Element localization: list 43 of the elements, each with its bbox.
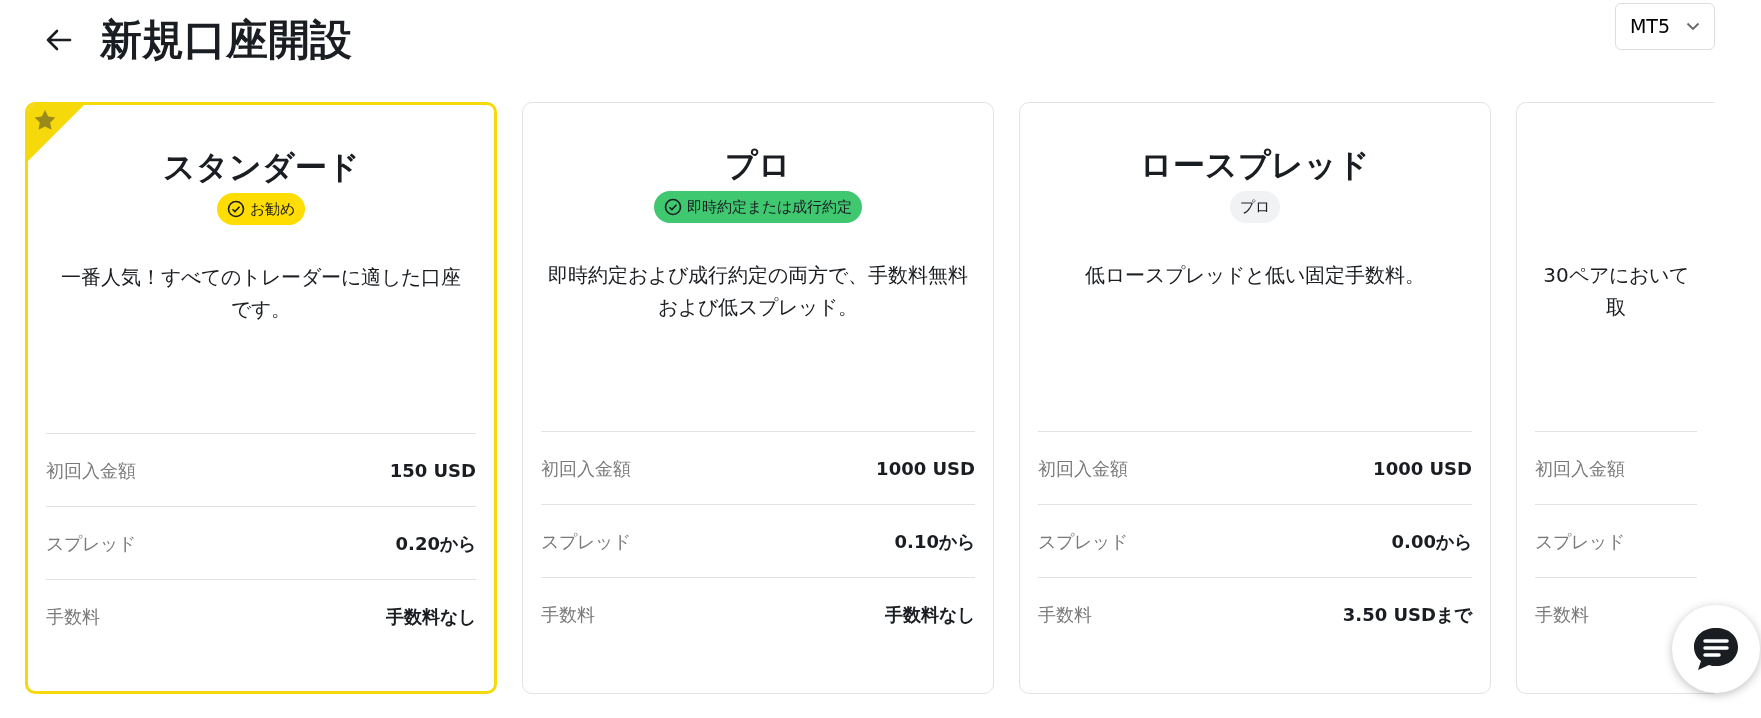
page-title: 新規口座開設 xyxy=(100,19,352,61)
account-tag: お勧め xyxy=(217,193,305,225)
account-title: スタンダード xyxy=(161,147,361,188)
chat-button[interactable] xyxy=(1672,605,1760,693)
account-card[interactable]: プロ 即時約定または成行約定 即時約定および成行約定の両方で、手数料無料および低スプレッド。 初回入金額 1000 USD スプレッド 0.10から 手数料 手数料なし xyxy=(522,102,994,694)
row-value: 0.20から xyxy=(395,531,476,556)
row-label: スプレッド xyxy=(541,529,631,554)
row-label: 手数料 xyxy=(46,604,100,629)
account-title: ロースプレッド xyxy=(1139,145,1371,186)
account-title: プロ xyxy=(724,145,792,186)
account-card[interactable]: スタンダード お勧め 一番人気！すべてのトレーダーに適した口座です。 初回入金額 150 USD スプレッド 0.20から 手数料 手数料なし xyxy=(25,102,497,694)
row-value: 0.00から xyxy=(1391,529,1472,554)
account-tag: プロ xyxy=(1230,191,1280,223)
row-label: スプレッド xyxy=(1535,529,1625,554)
check-circle-icon xyxy=(227,200,245,218)
account-description: 30ペアにおいて取 xyxy=(1542,262,1690,321)
row-label: スプレッド xyxy=(46,531,136,556)
account-tag: 即時約定または成行約定 xyxy=(654,191,862,223)
star-ribbon-icon xyxy=(28,105,84,161)
platform-dropdown[interactable]: MT5 xyxy=(1614,3,1715,50)
row-label: 手数料 xyxy=(1038,602,1092,627)
row-label: 手数料 xyxy=(541,602,595,627)
account-description: 一番人気！すべてのトレーダーに適した口座です。 xyxy=(60,264,462,323)
account-card[interactable]: 30ペアにおいて取 初回入金額 スプレッド 手数料 xyxy=(1516,102,1715,694)
row-value: 3.50 USDまで xyxy=(1342,602,1472,627)
row-value: 1000 USD xyxy=(876,456,975,481)
row-value: 1000 USD xyxy=(1373,456,1472,481)
row-label: 初回入金額 xyxy=(1535,456,1625,481)
account-card[interactable]: ロースプレッド プロ 低ロースプレッドと低い固定手数料。 初回入金額 1000 USD スプレッド 0.00から 手数料 3.50 USDまで xyxy=(1019,102,1491,694)
chevron-down-icon xyxy=(1686,22,1700,31)
row-label: 初回入金額 xyxy=(541,456,631,481)
row-value: 手数料なし xyxy=(885,602,975,627)
row-label: 初回入金額 xyxy=(1038,456,1128,481)
row-value: 0.10から xyxy=(894,529,975,554)
account-description: 即時約定および成行約定の両方で、手数料無料および低スプレッド。 xyxy=(547,262,969,321)
row-label: 初回入金額 xyxy=(46,458,136,483)
row-value: 150 USD xyxy=(389,458,476,483)
check-circle-icon xyxy=(664,198,682,216)
account-description: 低ロースプレッドと低い固定手数料。 xyxy=(1084,262,1426,289)
row-label: 手数料 xyxy=(1535,602,1589,627)
row-value: 手数料なし xyxy=(386,604,476,629)
row-label: スプレッド xyxy=(1038,529,1128,554)
chat-icon xyxy=(1692,626,1740,672)
